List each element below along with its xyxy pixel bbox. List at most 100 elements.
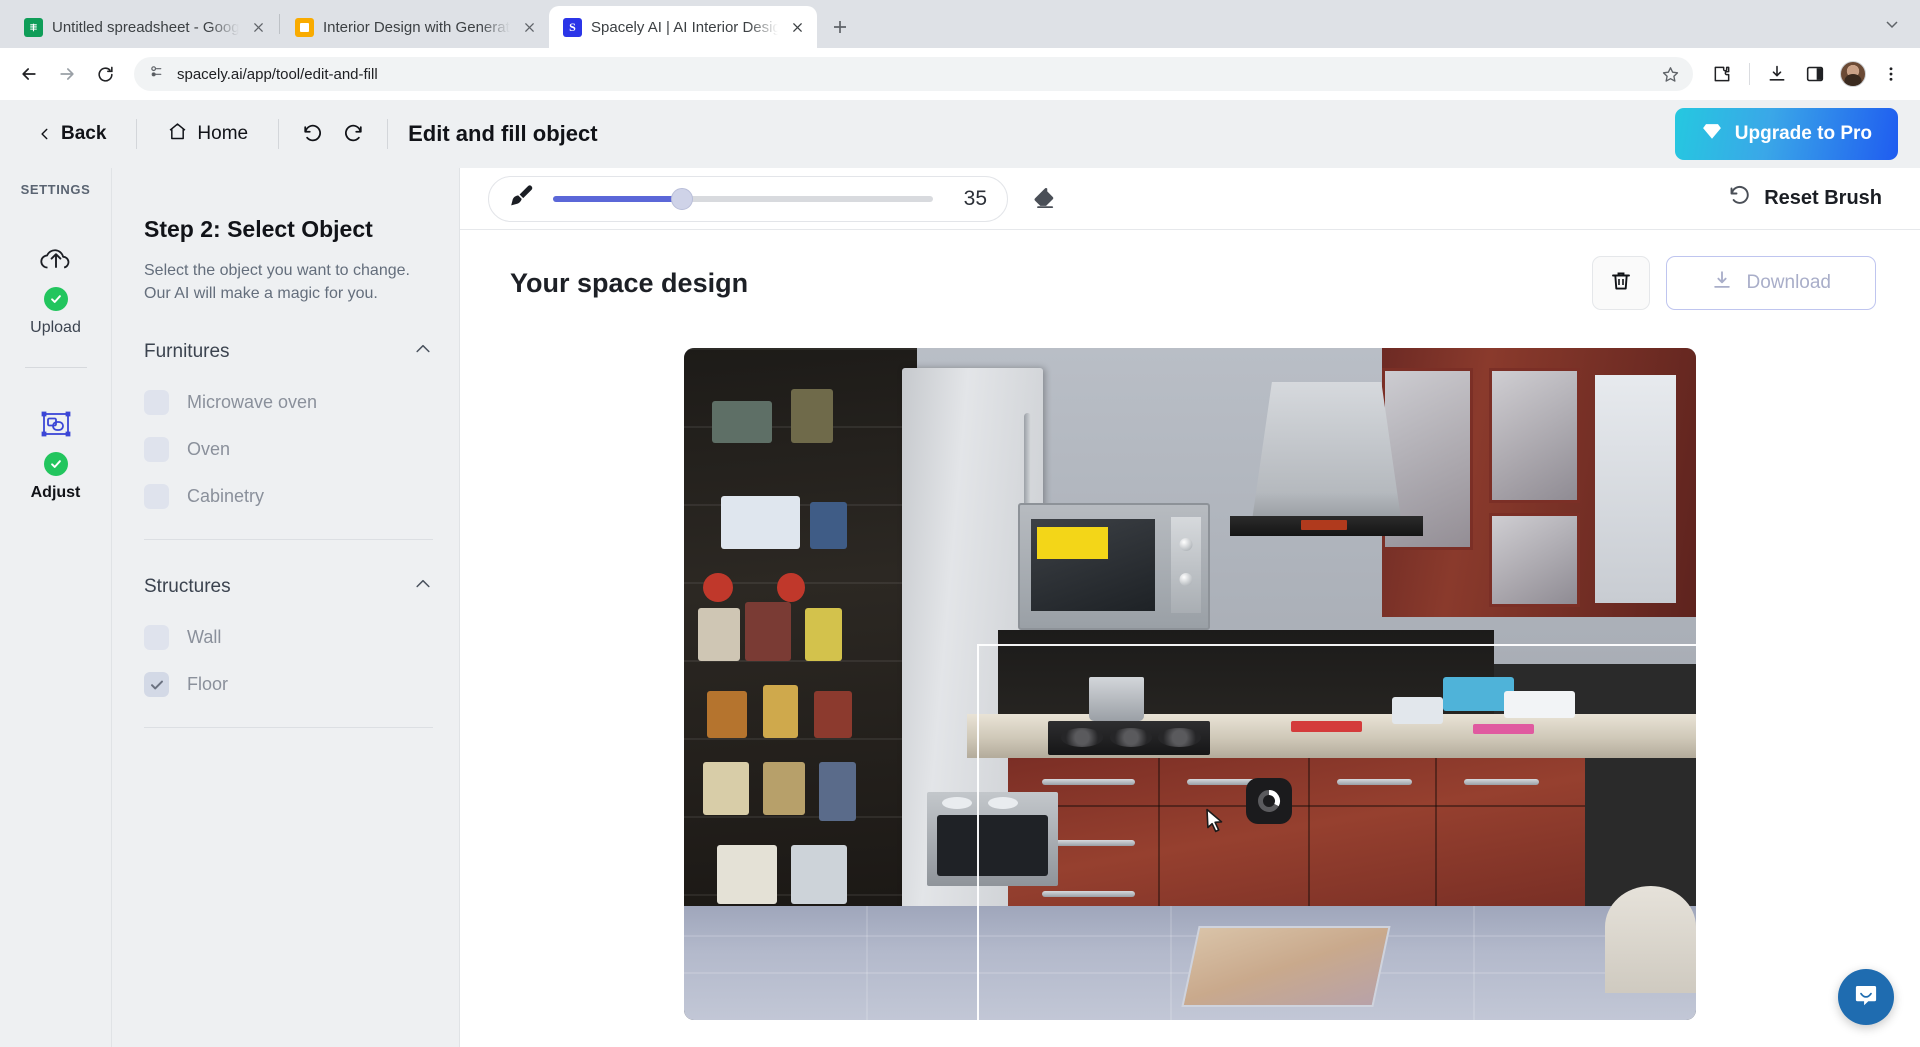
eraser-button[interactable] [1022,177,1066,221]
app-body: SETTINGS Upload [0,168,1920,1047]
forward-navigation-icon[interactable] [50,57,84,91]
intercom-chat-icon [1851,980,1881,1015]
bookmark-star-icon[interactable] [1657,61,1683,87]
glass-cabinet-door [1489,513,1580,607]
trash-icon [1609,269,1633,298]
redo-button[interactable] [333,114,373,154]
completed-check-icon [44,452,68,476]
home-button-label: Home [197,123,248,145]
option-label: Floor [187,674,228,695]
close-icon[interactable] [248,17,268,37]
home-icon [167,121,188,148]
url-text: spacely.ai/app/tool/edit-and-fill [177,66,1645,83]
step-title: Step 2: Select Object [144,216,433,243]
step-description: Select the object you want to change. Ou… [144,259,433,305]
upgrade-to-pro-button[interactable]: Upgrade to Pro [1675,108,1898,160]
checkbox[interactable] [144,390,169,415]
settings-heading: SETTINGS [21,182,91,197]
undo-button[interactable] [293,114,333,154]
address-bar[interactable]: spacely.ai/app/tool/edit-and-fill [134,57,1693,91]
page-title: Edit and fill object [408,121,597,147]
microwave-knob [1179,538,1192,551]
shelf-items [684,348,917,939]
option-microwave-oven[interactable]: Microwave oven [144,390,433,415]
microwave-label [1037,527,1109,559]
rail-item-upload-label: Upload [30,319,81,337]
option-label: Microwave oven [187,392,317,413]
reset-brush-button[interactable]: Reset Brush [1728,184,1892,214]
group-furnitures-label: Furnitures [144,341,230,363]
option-cabinetry[interactable]: Cabinetry [144,484,433,509]
back-button[interactable]: Back [22,114,122,154]
checkbox-checked[interactable] [144,672,169,697]
checkbox[interactable] [144,437,169,462]
step-panel: Step 2: Select Object Select the object … [112,168,460,1047]
group-furnitures-header[interactable]: Furnitures [144,339,433,368]
close-icon[interactable] [519,17,539,37]
slider-handle[interactable] [671,188,693,210]
new-tab-button[interactable] [823,10,857,44]
browser-tab-3[interactable]: S Spacely AI | AI Interior Design [549,6,817,48]
site-settings-icon[interactable] [148,63,165,85]
sheets-icon [24,18,43,37]
download-label: Download [1747,272,1832,294]
profile-avatar[interactable] [1836,57,1870,91]
browser-tab-2[interactable]: Interior Design with Generative AI [281,6,549,48]
side-panel-icon[interactable] [1798,57,1832,91]
settings-rail: SETTINGS Upload [0,168,112,1047]
window-minimize-button[interactable] [1878,10,1906,38]
option-wall[interactable]: Wall [144,625,433,650]
browser-tab-1[interactable]: Untitled spreadsheet - Google Sheets [10,6,278,48]
back-button-label: Back [61,123,106,145]
brush-size-value: 35 [951,187,987,211]
checkbox[interactable] [144,625,169,650]
option-floor[interactable]: Floor [144,672,433,697]
adjust-transform-icon [33,402,79,448]
chevron-up-icon[interactable] [413,339,433,364]
reload-icon[interactable] [88,57,122,91]
close-icon[interactable] [787,17,807,37]
option-label: Oven [187,439,230,460]
header-divider [136,119,137,149]
mouse-pointer-icon [1205,808,1225,839]
extensions-icon[interactable] [1705,57,1739,91]
back-navigation-icon[interactable] [12,57,46,91]
design-image[interactable] [684,348,1696,1020]
checkbox[interactable] [144,484,169,509]
rail-item-adjust[interactable]: Adjust [0,402,111,502]
orange-square-icon [295,18,314,37]
avatar [1840,61,1866,87]
home-button[interactable]: Home [151,114,264,154]
chevron-up-icon[interactable] [413,574,433,599]
window-region [1595,375,1676,603]
browser-toolbar: spacely.ai/app/tool/edit-and-fill [0,48,1920,100]
group-furnitures: Furnitures Microwave oven Oven Cabinetry [144,339,433,540]
downloads-icon[interactable] [1760,57,1794,91]
brush-size-slider[interactable] [553,196,933,202]
brush-toolbar: 35 Reset Brush [460,168,1920,230]
browser-tab-1-title: Untitled spreadsheet - Google Sheets [52,19,239,36]
download-button[interactable]: Download [1666,256,1877,310]
rail-item-adjust-label: Adjust [31,484,81,502]
rail-divider [25,367,87,368]
intercom-chat-button[interactable] [1838,969,1894,1025]
upgrade-to-pro-label: Upgrade to Pro [1735,123,1872,145]
rail-item-upload[interactable]: Upload [0,237,111,337]
selection-overlay [977,644,1696,1020]
design-title: Your space design [510,268,748,299]
header-divider [387,119,388,149]
diamond-icon [1701,120,1723,148]
option-oven[interactable]: Oven [144,437,433,462]
pantry-shelving [684,348,917,939]
delete-button[interactable] [1592,256,1650,310]
chrome-menu-icon[interactable] [1874,57,1908,91]
group-structures: Structures Wall Floor [144,574,433,728]
browser-tab-2-title: Interior Design with Generative AI [323,19,510,36]
group-divider [144,539,433,540]
group-structures-header[interactable]: Structures [144,574,433,603]
option-label: Cabinetry [187,486,264,507]
canvas-header: Your space design [460,256,1920,310]
group-divider [144,727,433,728]
brush-size-control[interactable]: 35 [488,176,1008,222]
paintbrush-icon[interactable] [507,182,535,215]
